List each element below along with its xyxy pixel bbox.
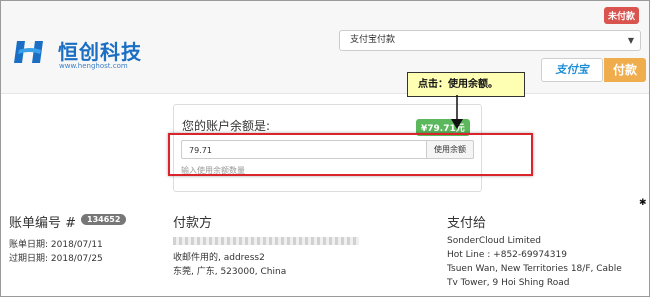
invoice-number-label: 账单编号 #: [9, 216, 77, 231]
pay-from-title: 付款方: [173, 216, 213, 231]
highlight-box: [168, 133, 533, 176]
invoice-header: 恒创科技 www.henghost.com 未付款 支付宝付款 ▼ 支付宝 付款: [1, 1, 649, 94]
invoice-date: 账单日期: 2018/07/11: [9, 240, 103, 250]
payment-method-value: 支付宝付款: [350, 35, 396, 45]
pay-to-title: 支付给: [447, 216, 487, 231]
logo-url: www.henghost.com: [59, 62, 128, 70]
pay-from-line: 东莞, 广东, 523000, China: [173, 267, 287, 277]
invoice-number-badge: 134652: [81, 214, 127, 225]
payment-method-select[interactable]: 支付宝付款 ▼: [339, 30, 641, 51]
status-badge: 未付款: [603, 7, 639, 24]
pay-to-line: Tsuen Wan, New Territories 18/F, Cable: [447, 264, 622, 274]
alipay-logo: 支付宝: [541, 58, 603, 82]
hengchuang-logo-icon: [14, 41, 43, 63]
chevron-down-icon: ▼: [627, 36, 634, 45]
pay-button[interactable]: 付款: [604, 58, 646, 82]
instruction-callout: 点击：使用余额。: [407, 72, 525, 97]
due-date: 过期日期: 2018/07/25: [9, 254, 103, 264]
redacted-name: [173, 237, 359, 245]
pay-to-line: SonderCloud Limited: [447, 236, 542, 246]
credit-title: 您的账户余额是:: [182, 119, 271, 133]
mouse-cursor-icon: ✱: [639, 198, 647, 208]
pay-to-line: Hot Line : +852-69974319: [447, 250, 567, 260]
pay-to-line: Tv Tower, 9 Hoi Shing Road: [447, 278, 570, 288]
pay-from-line: 收邮件用的, address2: [173, 253, 265, 263]
logo-name: 恒创科技: [58, 40, 142, 64]
invoice-page: 恒创科技 www.henghost.com 未付款 支付宝付款 ▼ 支付宝 付款…: [0, 0, 650, 297]
arrow-down-icon: [451, 95, 463, 129]
